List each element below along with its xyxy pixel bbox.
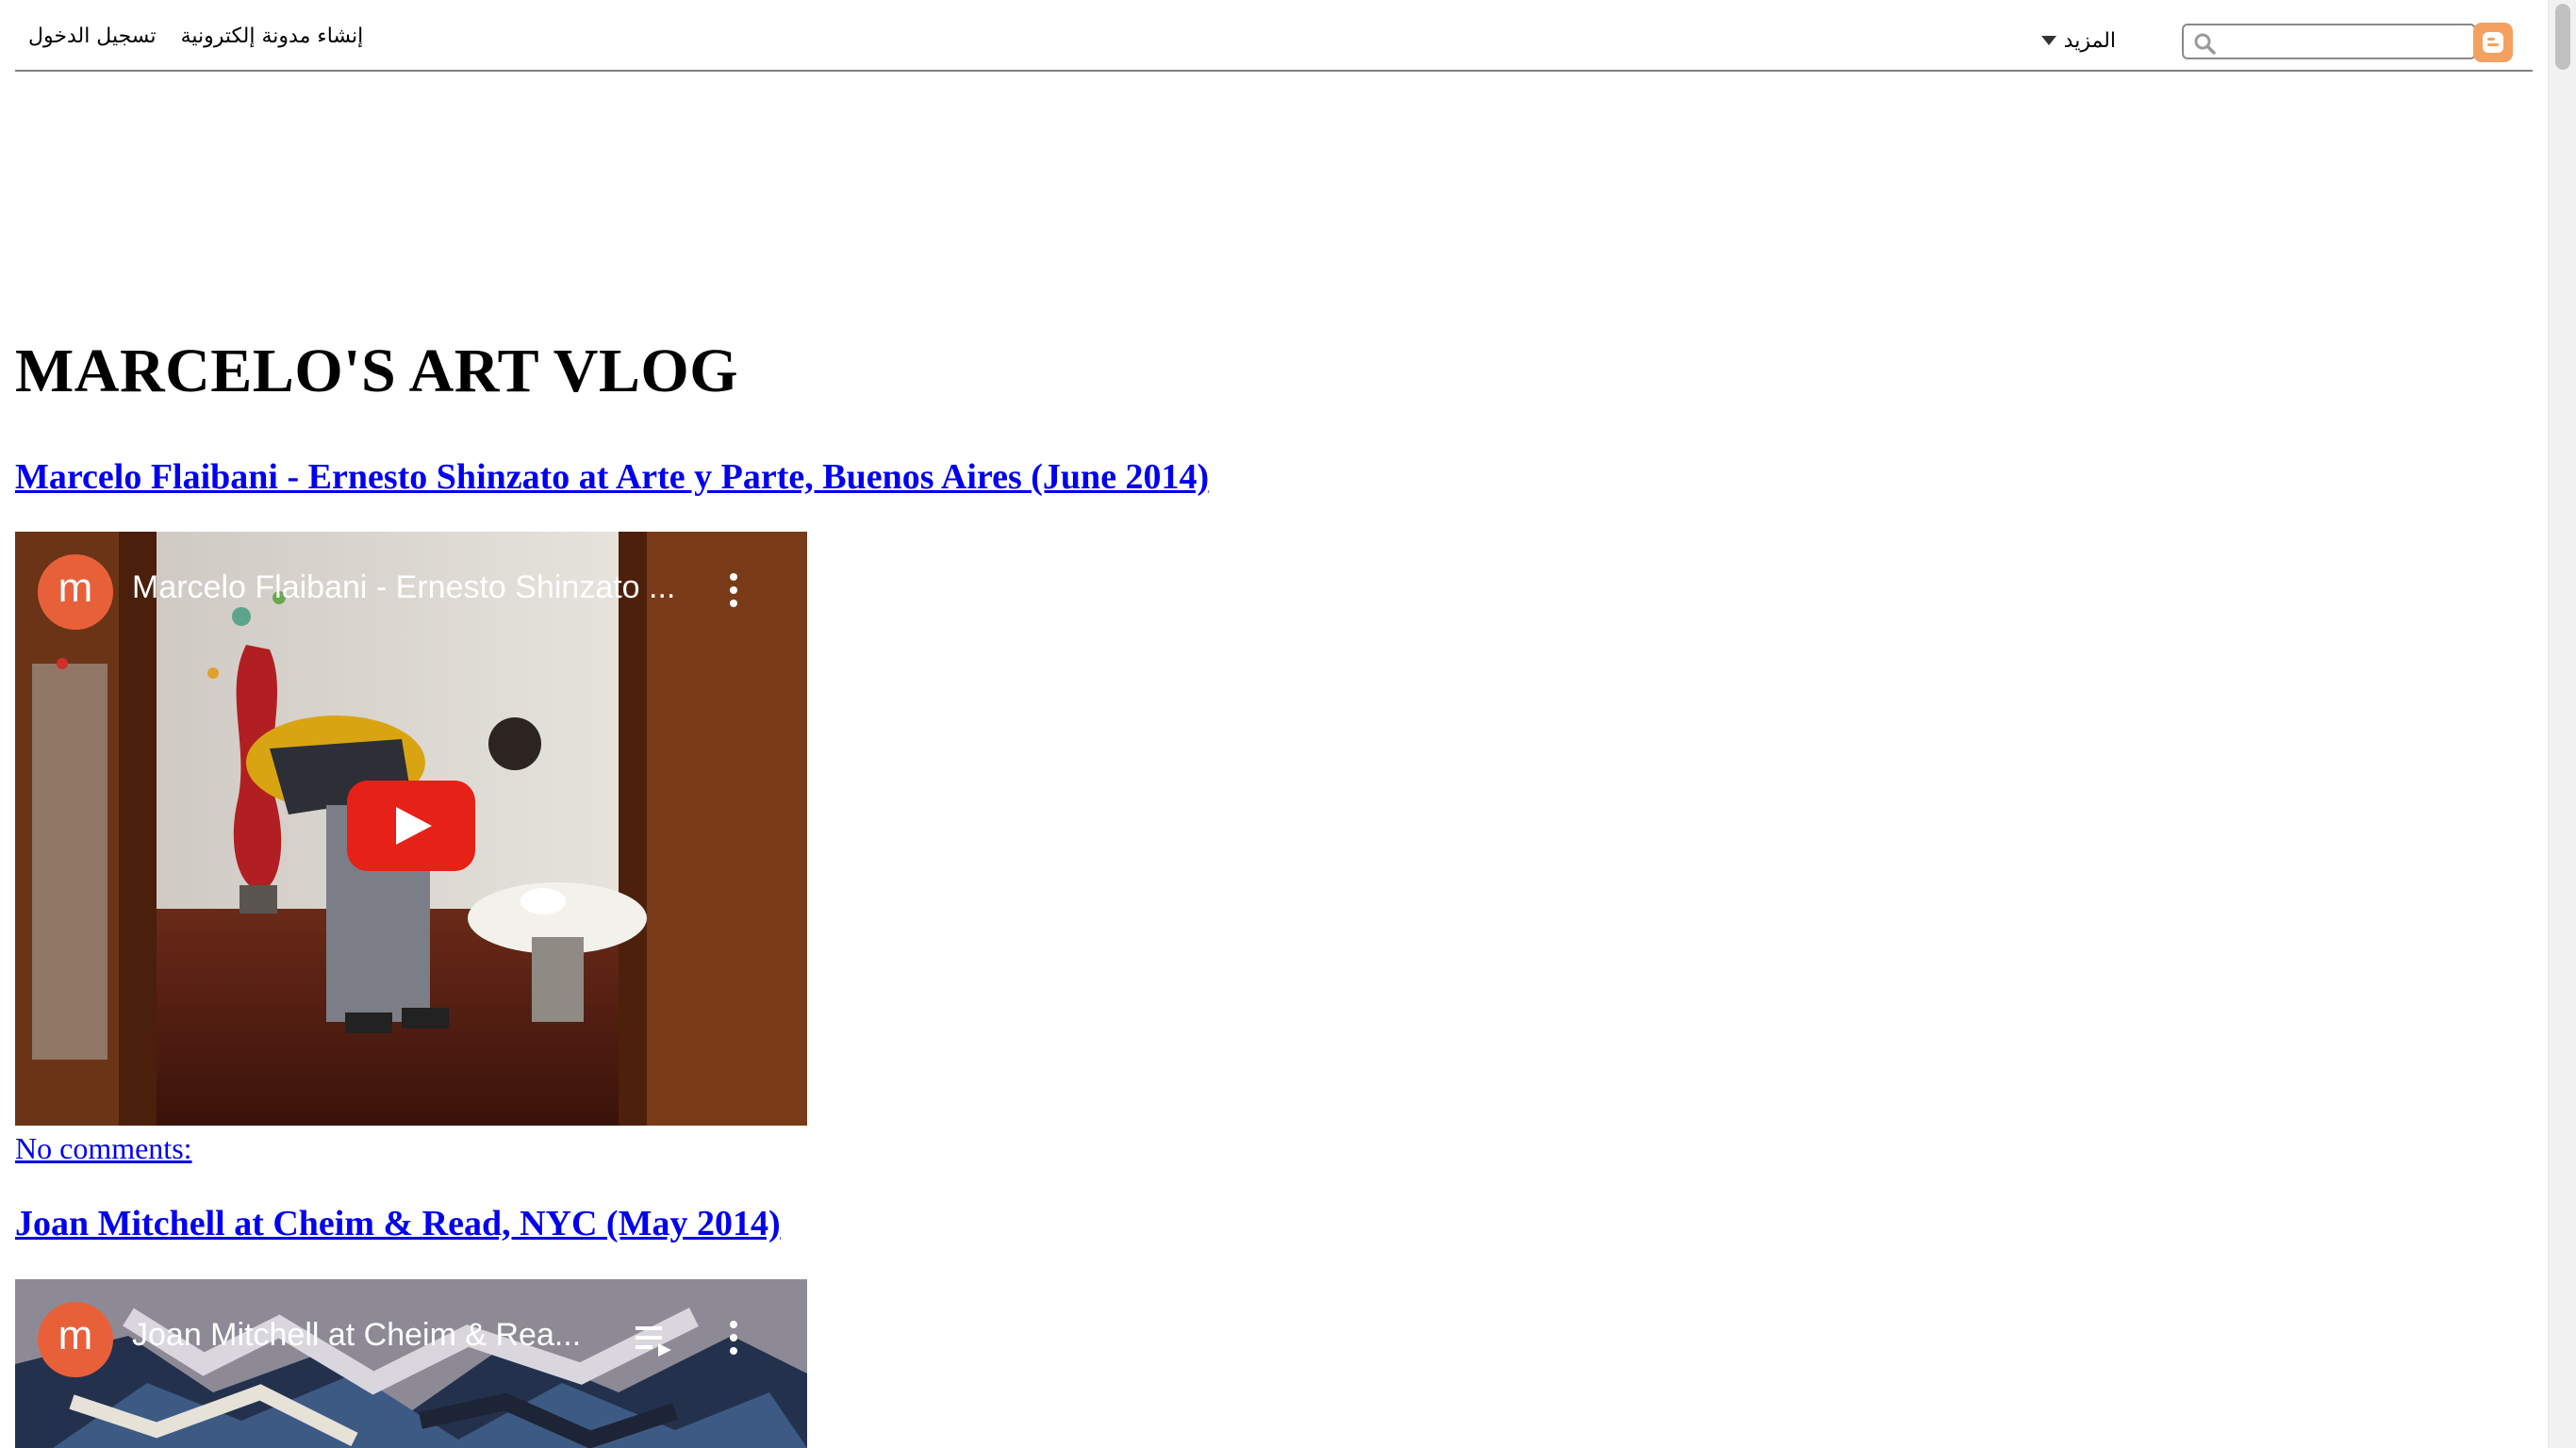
channel-avatar[interactable]: m: [38, 1302, 113, 1377]
video-thumbnail: [15, 1279, 807, 1448]
video-title[interactable]: Marcelo Flaibani - Ernesto Shinzato ...: [132, 569, 698, 606]
play-button[interactable]: [347, 781, 475, 871]
channel-avatar[interactable]: m: [38, 554, 113, 630]
post-title-link[interactable]: Marcelo Flaibani - Ernesto Shinzato at A…: [15, 457, 1209, 497]
blogger-navbar: تسجيل الدخول إنشاء مدونة إلكترونية المزي…: [15, 0, 2533, 72]
youtube-embed[interactable]: m Joan Mitchell at Cheim & Rea...: [15, 1279, 807, 1448]
create-blog-link[interactable]: إنشاء مدونة إلكترونية: [181, 25, 364, 48]
caret-down-icon: [2040, 36, 2056, 45]
post-title: Joan Mitchell at Cheim & Read, NYC (May …: [15, 1203, 781, 1244]
blogger-logo-icon[interactable]: [2473, 23, 2513, 62]
search-input[interactable]: [2221, 27, 2461, 56]
more-options-icon[interactable]: [728, 573, 739, 611]
playlist-icon[interactable]: [634, 1321, 675, 1358]
account-links: تسجيل الدخول إنشاء مدونة إلكترونية: [28, 25, 363, 48]
video-title[interactable]: Joan Mitchell at Cheim & Rea...: [132, 1317, 613, 1354]
search-field[interactable]: [2182, 24, 2476, 59]
scrollbar-thumb[interactable]: [2555, 4, 2570, 70]
sign-in-link[interactable]: تسجيل الدخول: [28, 25, 157, 48]
more-menu[interactable]: المزيد: [2040, 25, 2116, 57]
youtube-embed[interactable]: m Marcelo Flaibani - Ernesto Shinzato ..…: [15, 532, 807, 1126]
post-title: Marcelo Flaibani - Ernesto Shinzato at A…: [15, 456, 1209, 498]
search-icon: [2194, 33, 2216, 55]
post-title-link[interactable]: Joan Mitchell at Cheim & Read, NYC (May …: [15, 1204, 781, 1243]
comments-link[interactable]: No comments:: [15, 1131, 192, 1166]
page-scrollbar[interactable]: [2548, 0, 2576, 1448]
blog-title: MARCELO'S ART VLOG: [15, 337, 739, 405]
more-options-icon[interactable]: [728, 1321, 739, 1358]
more-label: المزيد: [2063, 28, 2116, 53]
